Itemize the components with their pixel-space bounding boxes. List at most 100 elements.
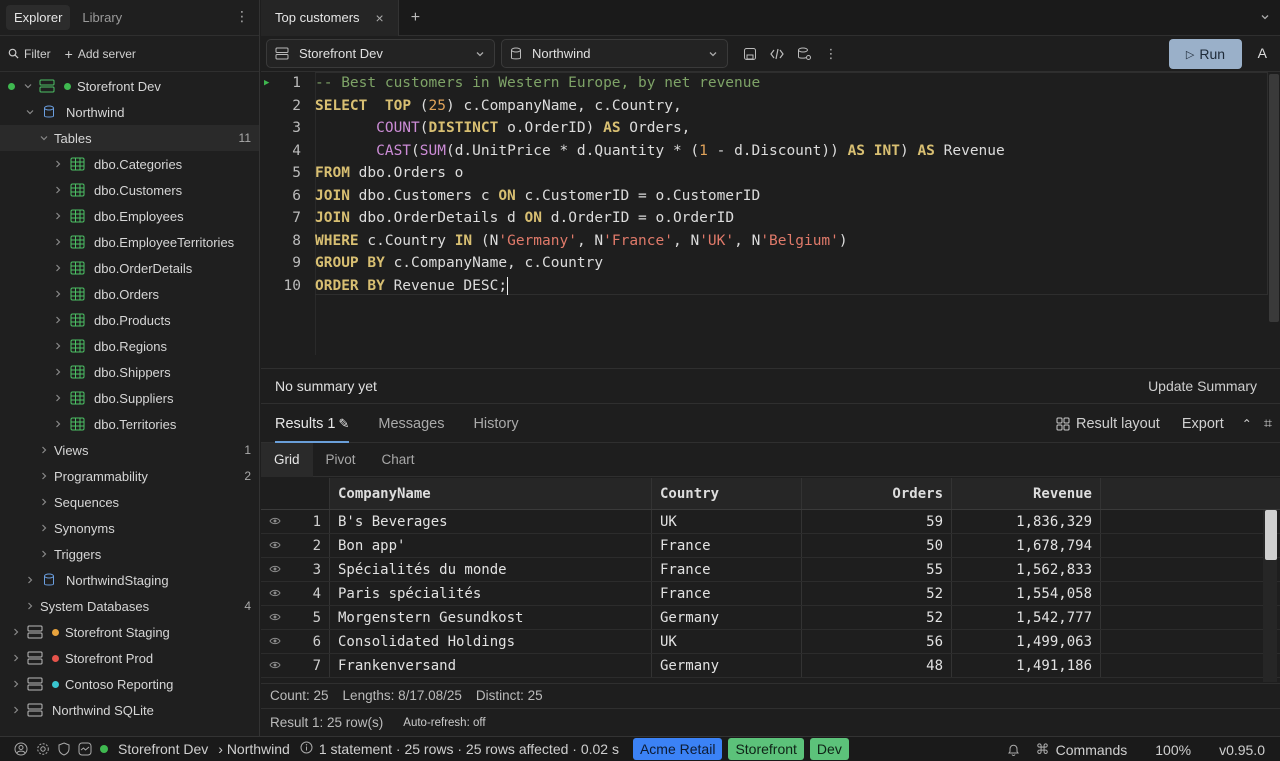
chevron-right-icon[interactable]	[52, 316, 64, 324]
result-layout-button[interactable]: Result layout	[1056, 416, 1160, 432]
tree-item[interactable]: dbo.Territories	[0, 411, 259, 437]
environment-badge[interactable]: Acme Retail	[632, 738, 723, 760]
table-row[interactable]: 7 Frankenversand Germany 48 1,491,186	[261, 654, 1280, 678]
tree-item[interactable]: Northwind	[0, 99, 259, 125]
chevron-right-icon[interactable]	[52, 342, 64, 350]
chevron-down-icon[interactable]	[1260, 10, 1270, 25]
eye-icon[interactable]	[261, 587, 289, 600]
column-header-country[interactable]: Country	[651, 478, 801, 509]
cell-companyname[interactable]: Bon app'	[329, 534, 651, 557]
tree-item[interactable]: dbo.Customers	[0, 177, 259, 203]
tree-item[interactable]: Storefront Dev	[0, 73, 259, 99]
commands-button[interactable]: ⌘ Commands	[1036, 741, 1128, 758]
cell-revenue[interactable]: 1,678,794	[951, 534, 1101, 557]
cell-orders[interactable]: 48	[801, 654, 951, 677]
account-icon[interactable]	[14, 742, 28, 756]
cell-country[interactable]: UK	[651, 510, 801, 533]
chevron-right-icon[interactable]	[52, 420, 64, 428]
environment-badge[interactable]: Dev	[809, 738, 849, 760]
database-settings-icon[interactable]	[793, 43, 815, 65]
cell-companyname[interactable]: Spécialités du monde	[329, 558, 651, 581]
export-button[interactable]: Export	[1182, 416, 1224, 432]
hashtag-icon[interactable]: ⌗	[1264, 416, 1272, 432]
table-row[interactable]: 6 Consolidated Holdings UK 56 1,499,063	[261, 630, 1280, 654]
tab-grid[interactable]: Grid	[261, 442, 313, 477]
database-crumb[interactable]: › Northwind	[218, 741, 290, 757]
tab-messages[interactable]: Messages	[378, 405, 444, 443]
chevron-right-icon[interactable]	[24, 602, 36, 610]
activity-icon[interactable]	[78, 742, 92, 756]
chevron-right-icon[interactable]	[52, 186, 64, 194]
more-vertical-icon[interactable]: ⋮	[820, 43, 842, 65]
table-row[interactable]: 1 B's Beverages UK 59 1,836,329	[261, 510, 1280, 534]
tab-history[interactable]: History	[473, 405, 518, 443]
shield-icon[interactable]	[58, 742, 70, 756]
tree-item[interactable]: dbo.OrderDetails	[0, 255, 259, 281]
editor-scrollbar[interactable]	[1269, 74, 1279, 322]
column-header-revenue[interactable]: Revenue	[951, 478, 1101, 509]
eye-icon[interactable]	[261, 563, 289, 576]
tree-item[interactable]: Sequences	[0, 489, 259, 515]
connection-status[interactable]: Storefront Dev	[100, 741, 208, 757]
sql-editor[interactable]: 1 ▶ 2 3 4 5 6 7 8 9 10 -- Best customers in Wester…	[261, 72, 1280, 367]
chevron-right-icon[interactable]	[38, 472, 50, 480]
add-server-button[interactable]: + Add server	[65, 46, 136, 62]
chevron-right-icon[interactable]	[52, 212, 64, 220]
cell-orders[interactable]: 55	[801, 558, 951, 581]
cell-companyname[interactable]: Paris spécialités	[329, 582, 651, 605]
bell-icon[interactable]	[1007, 743, 1020, 757]
code-content[interactable]: -- Best customers in Western Europe, by …	[315, 72, 1268, 297]
tree-item[interactable]: dbo.Products	[0, 307, 259, 333]
cell-country[interactable]: France	[651, 582, 801, 605]
cell-companyname[interactable]: Morgenstern Gesundkost	[329, 606, 651, 629]
eye-icon[interactable]	[261, 515, 289, 528]
tab-top-customers[interactable]: Top customers ×	[261, 0, 399, 36]
code-icon[interactable]	[766, 43, 788, 65]
chevron-up-icon[interactable]: ⌃	[1242, 417, 1252, 431]
chevron-right-icon[interactable]	[38, 446, 50, 454]
run-button[interactable]: ▷ Run	[1169, 39, 1242, 69]
cell-country[interactable]: France	[651, 534, 801, 557]
chevron-down-icon[interactable]	[38, 134, 50, 142]
chevron-right-icon[interactable]	[10, 628, 22, 636]
tree-item[interactable]: dbo.Shippers	[0, 359, 259, 385]
grid-scrollbar[interactable]	[1263, 510, 1277, 682]
cell-orders[interactable]: 50	[801, 534, 951, 557]
chevron-right-icon[interactable]	[10, 706, 22, 714]
save-icon[interactable]	[739, 43, 761, 65]
chevron-right-icon[interactable]	[24, 576, 36, 584]
tree-item[interactable]: Synonyms	[0, 515, 259, 541]
chevron-right-icon[interactable]	[10, 654, 22, 662]
cell-country[interactable]: UK	[651, 630, 801, 653]
tab-library[interactable]: Library	[74, 5, 130, 30]
cell-companyname[interactable]: Consolidated Holdings	[329, 630, 651, 653]
chevron-right-icon[interactable]	[38, 550, 50, 558]
tab-pivot[interactable]: Pivot	[313, 443, 369, 477]
scroll-thumb[interactable]	[1265, 510, 1277, 560]
cell-revenue[interactable]: 1,554,058	[951, 582, 1101, 605]
tree-item[interactable]: Northwind SQLite	[0, 697, 259, 723]
table-row[interactable]: 4 Paris spécialités France 52 1,554,058	[261, 582, 1280, 606]
font-size-button[interactable]: A	[1258, 45, 1267, 61]
filter-button[interactable]: Filter	[8, 47, 51, 61]
cell-companyname[interactable]: B's Beverages	[329, 510, 651, 533]
cell-revenue[interactable]: 1,542,777	[951, 606, 1101, 629]
tree-item[interactable]: Programmability 2	[0, 463, 259, 489]
more-vertical-icon[interactable]: ⋮	[235, 8, 249, 25]
tree-item[interactable]: dbo.EmployeeTerritories	[0, 229, 259, 255]
chevron-right-icon[interactable]	[52, 264, 64, 272]
tree-item[interactable]: dbo.Regions	[0, 333, 259, 359]
table-row[interactable]: 5 Morgenstern Gesundkost Germany 52 1,542,77…	[261, 606, 1280, 630]
tree-item[interactable]: Storefront Staging	[0, 619, 259, 645]
cell-revenue[interactable]: 1,562,833	[951, 558, 1101, 581]
run-statement-icon[interactable]: ▶	[264, 72, 269, 95]
tab-explorer[interactable]: Explorer	[6, 5, 71, 30]
chevron-right-icon[interactable]	[52, 394, 64, 402]
eye-icon[interactable]	[261, 611, 289, 624]
tree-item[interactable]: Triggers	[0, 541, 259, 567]
cell-companyname[interactable]: Frankenversand	[329, 654, 651, 677]
database-select[interactable]: Northwind	[501, 39, 728, 68]
eye-icon[interactable]	[261, 635, 289, 648]
table-row[interactable]: 3 Spécialités du monde France 55 1,562,833	[261, 558, 1280, 582]
cell-orders[interactable]: 52	[801, 582, 951, 605]
